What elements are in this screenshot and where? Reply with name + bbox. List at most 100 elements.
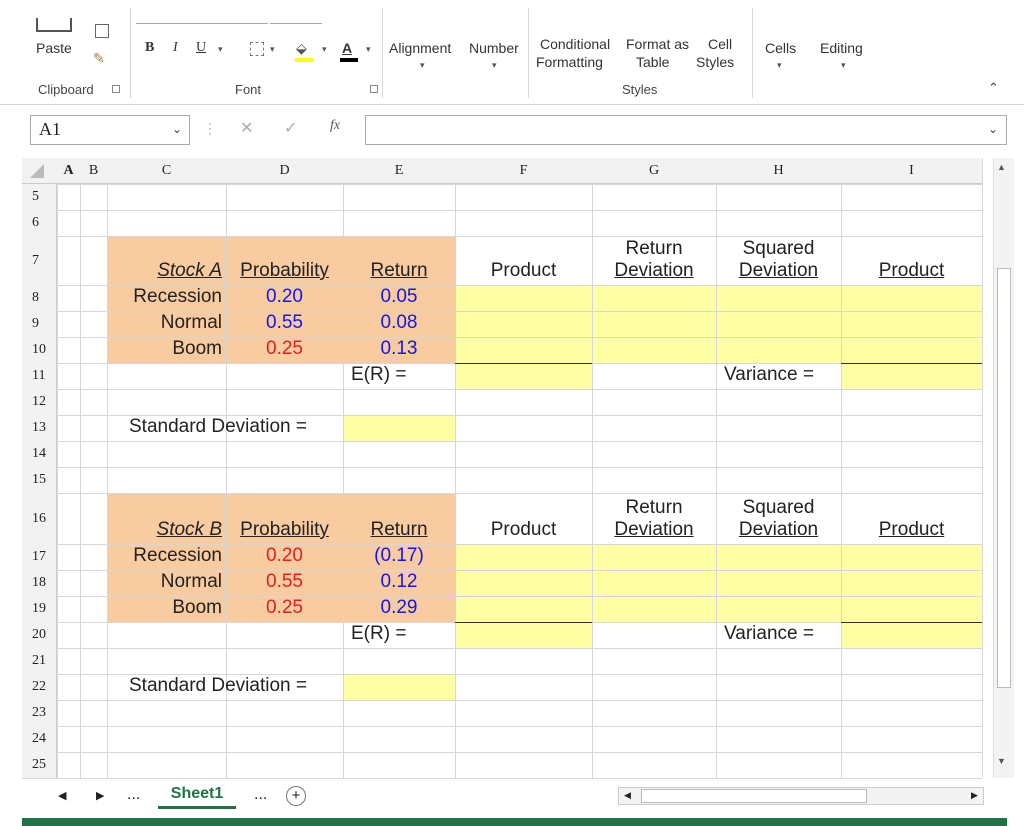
tab-sheet1[interactable]: Sheet1 (158, 783, 236, 809)
row-header-9[interactable]: 9 (22, 311, 57, 337)
copy-icon[interactable] (95, 24, 109, 38)
number-dropdown-icon[interactable]: ▾ (492, 60, 497, 71)
font-color-dropdown-icon[interactable]: ▾ (366, 44, 371, 55)
font-color-button[interactable]: A (342, 40, 352, 56)
tabs-ellipsis-left[interactable]: ... (127, 786, 140, 804)
clipboard-launcher-icon[interactable] (112, 85, 120, 93)
fill-dropdown-icon[interactable]: ▾ (322, 44, 327, 55)
cell-styles-label-2[interactable]: Styles (696, 54, 734, 70)
column-header-h[interactable]: H (716, 158, 841, 184)
row-header-11[interactable]: 11 (22, 363, 57, 389)
row-header-13[interactable]: 13 (22, 415, 57, 441)
column-header-e[interactable]: E (343, 158, 455, 184)
er-answer-cell[interactable] (455, 622, 592, 648)
conditional-formatting-label-2[interactable]: Formatting (536, 54, 603, 70)
formula-input[interactable] (365, 115, 1007, 145)
format-as-table-label-1[interactable]: Format as (626, 36, 689, 52)
return-value: 0.05 (380, 286, 418, 307)
return-value: 0.08 (380, 312, 418, 333)
expand-formula-icon[interactable]: ⌄ (988, 122, 998, 136)
format-painter-icon[interactable]: ✎ (93, 50, 105, 67)
vertical-scrollbar[interactable]: ▲ ▼ (993, 158, 1014, 778)
row-header-21[interactable]: 21 (22, 648, 57, 674)
sd-answer-cell[interactable] (343, 674, 455, 700)
conditional-formatting-label-1[interactable]: Conditional (540, 36, 610, 52)
row-header-8[interactable]: 8 (22, 285, 57, 311)
row-header-6[interactable]: 6 (22, 210, 57, 236)
row-header-7[interactable]: 7 (22, 236, 57, 285)
row-header-23[interactable]: 23 (22, 700, 57, 726)
er-answer-cell[interactable] (455, 363, 592, 389)
font-launcher-icon[interactable] (370, 85, 378, 93)
collapse-ribbon-icon[interactable]: ⌃ (988, 80, 999, 96)
row-header-15[interactable]: 15 (22, 467, 57, 493)
next-sheet-icon[interactable]: ▶ (96, 789, 104, 802)
name-box[interactable]: A1 (30, 115, 190, 145)
insert-function-button[interactable]: fx (330, 118, 340, 134)
font-name-box[interactable] (136, 10, 268, 24)
scroll-down-icon[interactable]: ▼ (997, 756, 1006, 766)
column-header-b[interactable]: B (80, 158, 107, 184)
editing-dropdown-icon[interactable]: ▾ (841, 60, 846, 71)
vertical-scroll-thumb[interactable] (997, 268, 1011, 688)
prev-sheet-icon[interactable]: ◀ (58, 789, 66, 802)
status-bar (22, 818, 1007, 826)
borders-dropdown-icon[interactable]: ▾ (270, 44, 275, 55)
row-header-10[interactable]: 10 (22, 337, 57, 363)
font-size-box[interactable] (270, 10, 322, 24)
scroll-right-icon[interactable]: ▶ (971, 790, 978, 801)
alignment-dropdown-icon[interactable]: ▾ (420, 60, 425, 71)
add-sheet-button[interactable]: + (286, 786, 306, 806)
row-header-16[interactable]: 16 (22, 493, 57, 544)
variance-answer-cell[interactable] (841, 363, 982, 389)
italic-button[interactable]: I (173, 40, 178, 56)
probability-value: 0.25 (266, 597, 303, 618)
product-header: Product (490, 260, 557, 281)
column-header-a[interactable]: A (57, 158, 80, 184)
column-header-i[interactable]: I (841, 158, 982, 184)
column-header-f[interactable]: F (455, 158, 592, 184)
select-all-icon[interactable] (30, 164, 44, 178)
font-color-swatch (340, 58, 358, 62)
cells-button[interactable]: Cells (765, 40, 796, 56)
cell-styles-label-1[interactable]: Cell (708, 36, 732, 52)
alignment-button[interactable]: Alignment (389, 40, 451, 56)
row-header-14[interactable]: 14 (22, 441, 57, 467)
cancel-icon[interactable]: ✕ (240, 118, 253, 138)
return-deviation-header: Return Deviation (592, 493, 716, 544)
column-header-d[interactable]: D (226, 158, 343, 184)
column-header-c[interactable]: C (107, 158, 226, 184)
paste-icon[interactable] (36, 18, 72, 32)
bold-button[interactable]: B (145, 40, 154, 56)
fill-color-icon[interactable]: ⬙ (296, 40, 307, 57)
column-header-g[interactable]: G (592, 158, 716, 184)
variance-answer-cell[interactable] (841, 622, 982, 648)
underline-dropdown-icon[interactable]: ▾ (218, 44, 223, 55)
name-box-dropdown-icon[interactable]: ⌄ (172, 122, 182, 136)
borders-icon[interactable] (250, 42, 264, 56)
horizontal-scroll-thumb[interactable] (641, 789, 867, 803)
row-header-19[interactable]: 19 (22, 596, 57, 622)
answer-block-b[interactable] (455, 544, 982, 622)
answer-block-a[interactable] (455, 285, 982, 363)
row-header-25[interactable]: 25 (22, 752, 57, 778)
number-button[interactable]: Number (469, 40, 519, 56)
cells-dropdown-icon[interactable]: ▾ (777, 60, 782, 71)
row-header-24[interactable]: 24 (22, 726, 57, 752)
scroll-up-icon[interactable]: ▲ (997, 162, 1006, 172)
format-as-table-label-2[interactable]: Table (636, 54, 669, 70)
row-header-5[interactable]: 5 (22, 184, 57, 210)
underline-button[interactable]: U (196, 40, 206, 56)
row-header-20[interactable]: 20 (22, 622, 57, 648)
row-header-12[interactable]: 12 (22, 389, 57, 415)
row-header-22[interactable]: 22 (22, 674, 57, 700)
horizontal-scrollbar[interactable]: ◀ ▶ (618, 787, 984, 805)
scroll-left-icon[interactable]: ◀ (624, 790, 631, 801)
row-header-17[interactable]: 17 (22, 544, 57, 570)
enter-icon[interactable]: ✓ (284, 118, 297, 138)
editing-button[interactable]: Editing (820, 40, 863, 56)
row-header-18[interactable]: 18 (22, 570, 57, 596)
sd-answer-cell[interactable] (343, 415, 455, 441)
tabs-ellipsis-right[interactable]: ... (254, 786, 267, 804)
paste-button[interactable]: Paste (36, 40, 72, 56)
